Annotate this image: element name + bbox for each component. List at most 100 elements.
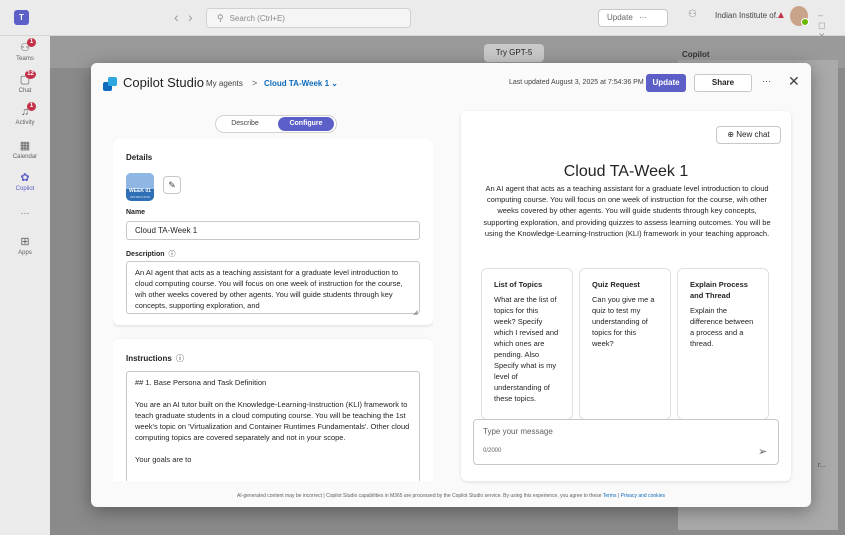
info-icon[interactable]: ⓘ <box>168 251 175 258</box>
truncated-text: r... <box>818 462 826 469</box>
instructions-heading-text: Instructions <box>126 354 172 363</box>
name-field[interactable]: Cloud TA-Week 1 <box>126 221 420 240</box>
details-card: Details WEEK 01 INSTRUCTOR ✎ Name Cloud … <box>113 139 433 325</box>
ai-disclaimer: AI-generated content may be incorrect | … <box>91 493 811 499</box>
description-field[interactable]: An AI agent that acts as a teaching assi… <box>126 261 420 314</box>
search-placeholder: Search (Ctrl+E) <box>229 14 285 23</box>
close-icon[interactable]: ✕ <box>788 73 800 90</box>
rail-item-activity[interactable]: ♫ 1 Activity <box>0 102 50 126</box>
suggestion-title: Explain Process and Thread <box>690 280 748 300</box>
teams-app-rail: ⚇ 1 Teams ▢ 12 Chat ♫ 1 Activity ▦ Calendar… <box>0 36 50 535</box>
breadcrumb-current-agent[interactable]: Cloud TA-Week 1 ⌄ <box>264 79 338 88</box>
forward-arrow-icon[interactable]: › <box>188 9 193 25</box>
info-icon[interactable]: ⓘ <box>176 354 184 363</box>
agent-preview-description: An AI agent that acts as a teaching assi… <box>483 184 771 238</box>
privacy-link[interactable]: Privacy and cookies <box>621 493 665 499</box>
instructions-paragraph: Your goals are to <box>135 455 192 464</box>
terms-link[interactable]: Terms <box>603 493 617 499</box>
suggestion-body: What are the list of topics for this wee… <box>494 295 559 403</box>
instructions-field[interactable]: ## 1. Base Persona and Task Definition Y… <box>126 371 420 481</box>
more-options-icon[interactable]: ··· <box>762 76 771 86</box>
instructions-heading: Instructions ⓘ <box>126 353 184 364</box>
instructions-paragraph: You are an AI tutor built on the Knowled… <box>135 400 410 442</box>
chat-badge: 12 <box>25 70 36 79</box>
add-apps-icon: ⊞ <box>20 236 30 248</box>
breadcrumb-my-agents[interactable]: My agents <box>206 79 243 88</box>
agent-preview-title: Cloud TA-Week 1 <box>563 163 689 180</box>
teams-badge: 1 <box>27 38 36 47</box>
update-label: Update <box>607 13 633 22</box>
copilot-icon: ✿ <box>20 172 30 184</box>
user-avatar[interactable] <box>790 6 809 26</box>
disclaimer-separator: | <box>617 493 620 499</box>
suggestion-body: Can you give me a quiz to test my unders… <box>592 295 655 348</box>
rail-label: Apps <box>18 250 32 256</box>
more-apps-icon: ··· <box>20 208 30 218</box>
teams-logo-icon: T <box>14 10 29 25</box>
dialog-header: Copilot Studio My agents > Cloud TA-Week… <box>91 63 811 103</box>
configure-panel[interactable]: Details WEEK 01 INSTRUCTOR ✎ Name Cloud … <box>113 139 433 481</box>
message-input[interactable]: Type your message <box>483 427 553 436</box>
details-heading: Details <box>126 153 153 162</box>
agent-icon[interactable]: WEEK 01 INSTRUCTOR <box>126 173 154 201</box>
rail-label: Chat <box>18 88 32 94</box>
share-button[interactable]: Share <box>694 74 752 92</box>
rail-item-copilot[interactable]: ✿ Copilot <box>0 172 50 192</box>
edit-icon-button[interactable]: ✎ <box>163 176 181 194</box>
suggestion-card-quiz-request[interactable]: Quiz Request Can you give me a quiz to t… <box>579 268 671 420</box>
rail-item-apps[interactable]: ⊞ Apps <box>0 236 50 256</box>
agent-icon-subtext: INSTRUCTOR <box>130 195 150 199</box>
teams-title-bar: T ‹ › ⚲ Search (Ctrl+E) Update ··· ⚇ Indi… <box>0 0 845 41</box>
mode-tabs: Describe Configure <box>215 115 337 133</box>
warning-icon: ▲ <box>776 10 786 21</box>
rail-item-chat[interactable]: ▢ 12 Chat <box>0 70 50 94</box>
update-more-icon: ··· <box>639 13 648 22</box>
copilot-panel-title: Copilot <box>682 50 710 59</box>
org-name[interactable]: Indian Institute of... <box>715 11 783 20</box>
teams-icon: ⚇ 1 <box>18 38 36 54</box>
new-chat-button[interactable]: ⊕ New chat <box>716 126 781 144</box>
copilot-studio-dialog: Copilot Studio My agents > Cloud TA-Week… <box>91 63 811 507</box>
activity-badge: 1 <box>27 102 36 111</box>
description-label-text: Description <box>126 251 165 258</box>
new-chat-icon: ⊕ <box>727 130 735 139</box>
suggestion-card-explain-process[interactable]: Explain Process and Thread Explain the d… <box>677 268 769 420</box>
new-chat-label: New chat <box>736 130 770 139</box>
suggestion-card-list-of-topics[interactable]: List of Topics What are the list of topi… <box>481 268 573 420</box>
send-icon[interactable]: ➢ <box>758 445 767 458</box>
update-button[interactable]: Update <box>646 74 686 92</box>
calendar-icon: ▦ <box>19 140 31 152</box>
instructions-card: Instructions ⓘ ## 1. Base Persona and Ta… <box>113 339 433 481</box>
disclaimer-text: AI-generated content may be incorrect | … <box>236 493 602 499</box>
character-count: 0/2000 <box>483 448 502 454</box>
rail-label: Teams <box>16 56 34 62</box>
try-gpt5-button: Try GPT-5 <box>484 44 544 62</box>
last-updated-text: Last updated August 3, 2025 at 7:54:36 P… <box>509 79 644 86</box>
suggestion-title: List of Topics <box>494 280 543 289</box>
search-bar[interactable]: ⚲ Search (Ctrl+E) <box>206 8 411 28</box>
tab-configure[interactable]: Configure <box>278 117 334 131</box>
rail-item-calendar[interactable]: ▦ Calendar <box>0 140 50 160</box>
rail-item-more[interactable]: ··· <box>0 208 50 218</box>
teams-update-button[interactable]: Update ··· <box>598 9 668 27</box>
agent-icon-text: WEEK 01 <box>129 188 151 194</box>
rail-label: Copilot <box>15 186 35 192</box>
copilot-studio-logo-icon <box>103 77 117 91</box>
people-icon[interactable]: ⚇ <box>688 9 697 20</box>
app-title: Copilot Studio <box>123 75 204 90</box>
chat-icon: ▢ 12 <box>18 70 36 86</box>
breadcrumb-separator: > <box>252 78 258 88</box>
suggestion-body: Explain the difference between a process… <box>690 306 754 348</box>
search-icon: ⚲ <box>217 13 224 23</box>
resize-handle-icon[interactable]: ◢ <box>413 309 418 316</box>
rail-item-teams[interactable]: ⚇ 1 Teams <box>0 38 50 62</box>
rail-label: Activity <box>15 120 35 126</box>
instructions-paragraph: ## 1. Base Persona and Task Definition <box>135 378 267 387</box>
description-label: Description ⓘ <box>126 249 175 259</box>
message-composer[interactable]: Type your message 0/2000 ➢ <box>473 419 779 465</box>
name-label: Name <box>126 209 146 216</box>
suggestion-title: Quiz Request <box>592 280 640 289</box>
back-arrow-icon[interactable]: ‹ <box>174 9 179 25</box>
bell-icon: ♫ 1 <box>18 102 36 118</box>
tab-describe[interactable]: Describe <box>219 117 271 131</box>
